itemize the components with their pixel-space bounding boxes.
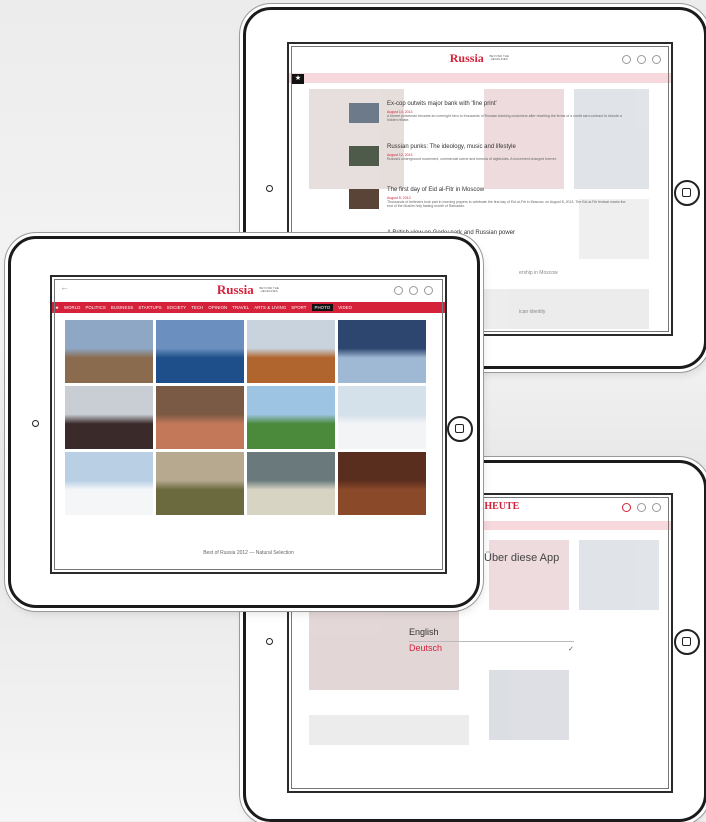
screen-photo-gallery: ← Russia BEYOND THE HEADLINES ★ WORLD PO…: [50, 275, 447, 574]
article-thumbnail: [349, 146, 379, 166]
nav-opinion[interactable]: OPINION: [208, 305, 227, 310]
globe-icon[interactable]: [652, 503, 661, 512]
checkmark-icon: ✓: [568, 646, 574, 653]
article-thumbnail: [349, 189, 379, 209]
photo-tile-marmot[interactable]: [247, 320, 335, 383]
article-summary: A former policeman became an overnight h…: [387, 114, 622, 122]
app-header: Russia BEYOND THE HEADLINES: [289, 44, 671, 72]
photo-tile-green-island[interactable]: [247, 386, 335, 449]
nav-world[interactable]: WORLD: [64, 305, 81, 310]
app-logo: -HEUTE: [481, 501, 520, 512]
nav-tech[interactable]: TECH: [191, 305, 203, 310]
logo-subtitle: BEYOND THE HEADLINES: [489, 53, 509, 61]
gear-icon[interactable]: [622, 503, 631, 512]
camera-dot: [266, 185, 273, 192]
article-item[interactable]: Ex-cop outwits major bank with 'fine pri…: [349, 101, 649, 133]
article-item[interactable]: Russian punks: The ideology, music and l…: [349, 144, 649, 176]
photo-tile-horses[interactable]: [338, 452, 426, 515]
globe-icon[interactable]: [424, 286, 433, 295]
nav-star-icon[interactable]: ★: [55, 305, 59, 311]
header-icons: [622, 503, 661, 512]
article-title: The first day of Eid al-Fitr in Moscow: [387, 187, 485, 193]
article-summary: Thousands of believers took part in morn…: [387, 200, 626, 208]
photo-tile-frozen-lake[interactable]: [338, 320, 426, 383]
refresh-icon[interactable]: [637, 503, 646, 512]
app-logo: Russia: [216, 282, 254, 297]
nav-business[interactable]: BUSINESS: [111, 305, 134, 310]
nav-travel[interactable]: TRAVEL: [232, 305, 249, 310]
nav-society[interactable]: SOCIETY: [167, 305, 187, 310]
nav-photo[interactable]: PHOTO: [311, 304, 334, 311]
gallery-caption-bar: Best of Russia 2012 — Natural Selection: [65, 542, 432, 564]
refresh-icon[interactable]: [637, 55, 646, 64]
photo-tile-reindeer[interactable]: [65, 320, 153, 383]
home-button[interactable]: [674, 629, 700, 655]
camera-dot: [266, 638, 273, 645]
photo-tile-polar-bear[interactable]: [247, 452, 335, 515]
photo-tile-blue-lake[interactable]: [156, 320, 244, 383]
gear-icon[interactable]: [394, 286, 403, 295]
photo-tile-mountain-lake[interactable]: [156, 452, 244, 515]
language-option-deutsch[interactable]: Deutsch: [409, 643, 442, 653]
background-fragment: ican identity: [519, 309, 546, 315]
globe-icon[interactable]: [652, 55, 661, 64]
logo-subtitle: BEYOND THE HEADLINES: [259, 285, 279, 293]
settings-title: Über diese App: [484, 552, 560, 564]
photo-tile-monkey[interactable]: [156, 386, 244, 449]
photo-tile-snow-forest[interactable]: [338, 386, 426, 449]
home-button[interactable]: [447, 416, 473, 442]
nav-video[interactable]: VIDEO: [338, 305, 352, 310]
gallery-caption: Best of Russia 2012 — Natural Selection: [203, 550, 294, 556]
star-icon[interactable]: ★: [292, 74, 304, 84]
nav-startups[interactable]: STARTUPS: [138, 305, 161, 310]
photo-grid: [65, 320, 432, 550]
article-title: Ex-cop outwits major bank with 'fine pri…: [387, 101, 497, 107]
refresh-icon[interactable]: [409, 286, 418, 295]
nav-arts-living[interactable]: ARTS & LIVING: [254, 305, 286, 310]
home-button[interactable]: [674, 180, 700, 206]
header-icons: [394, 286, 433, 295]
nav-sport[interactable]: SPORT: [291, 305, 306, 310]
camera-dot: [32, 420, 39, 427]
tablet-front: ← Russia BEYOND THE HEADLINES ★ WORLD PO…: [8, 236, 480, 608]
language-option-english[interactable]: English: [409, 627, 439, 637]
section-nav-bar: ★ WORLD POLITICS BUSINESS STARTUPS SOCIE…: [52, 302, 445, 313]
divider: [409, 641, 574, 642]
nav-politics[interactable]: POLITICS: [85, 305, 105, 310]
app-header: Russia BEYOND THE HEADLINES: [52, 277, 445, 302]
article-title: Russian punks: The ideology, music and l…: [387, 144, 516, 150]
photo-tile-ice-floe[interactable]: [65, 452, 153, 515]
app-logo: Russia: [449, 51, 484, 65]
header-icons: [622, 55, 661, 64]
article-item[interactable]: The first day of Eid al-Fitr in Moscow A…: [349, 187, 649, 219]
nav-bar-faded: [289, 73, 671, 83]
article-summary: Russia's underground movement, commercia…: [387, 157, 557, 161]
gear-icon[interactable]: [622, 55, 631, 64]
article-thumbnail: [349, 103, 379, 123]
photo-tile-puffin[interactable]: [65, 386, 153, 449]
background-fragment: ership in Moscow: [519, 270, 558, 276]
